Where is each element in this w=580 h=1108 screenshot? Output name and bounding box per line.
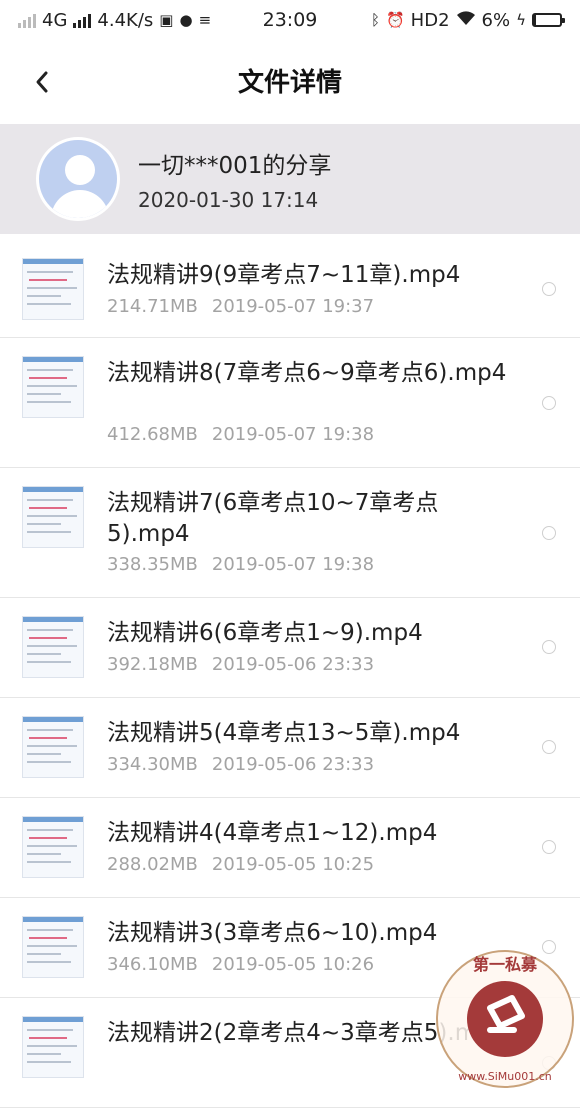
file-size: 346.10MB (107, 954, 198, 975)
status-bar: 4G 4.4K/s ▣ ● ≡ 23:09 ᛒ ⏰ HD2 6% ϟ (0, 0, 580, 40)
file-list: 法规精讲9(9章考点7~11章).mp4 214.71MB 2019-05-07 1… (0, 240, 580, 1108)
select-radio[interactable] (542, 1056, 556, 1070)
video-thumbnail (22, 916, 84, 978)
file-row[interactable]: 法规精讲8(7章考点6~9章考点6).mp4 412.68MB 2019-05-07… (0, 338, 580, 468)
file-row[interactable]: 法规精讲6(6章考点1~9).mp4 392.18MB 2019-05-06 23:… (0, 598, 580, 698)
file-name: 法规精讲3(3章考点6~10).mp4 (107, 920, 438, 946)
file-name: 法规精讲9(9章考点7~11章).mp4 (107, 262, 461, 288)
file-size: 334.30MB (107, 754, 198, 775)
file-meta: 338.35MB 2019-05-07 19:38 (107, 554, 374, 575)
video-thumbnail (22, 486, 84, 548)
share-header: 一切***001的分享 2020-01-30 17:14 (0, 124, 580, 234)
charging-icon: ϟ (516, 11, 526, 29)
file-row[interactable]: 法规精讲3(3章考点6~10).mp4 346.10MB 2019-05-05 10… (0, 898, 580, 998)
bluetooth-icon: ᛒ (370, 11, 380, 29)
nav-bar: 文件详情 (0, 40, 580, 124)
file-meta (107, 1084, 121, 1105)
avatar (36, 137, 120, 221)
file-row[interactable]: 法规精讲4(4章考点1~12).mp4 288.02MB 2019-05-05 10… (0, 798, 580, 898)
select-radio[interactable] (542, 740, 556, 754)
battery-icon (532, 13, 565, 27)
file-name: 法规精讲5(4章考点13~5章).mp4 (107, 720, 461, 746)
file-size: 412.68MB (107, 424, 198, 445)
alarm-icon: ⏰ (385, 11, 405, 29)
select-radio[interactable] (542, 840, 556, 854)
file-name: 法规精讲6(6章考点1~9).mp4 (107, 620, 423, 646)
file-size: 214.71MB (107, 296, 198, 317)
file-date: 2019-05-07 19:37 (211, 296, 375, 317)
file-date: 2019-05-07 19:38 (211, 554, 375, 575)
file-date: 2019-05-05 10:25 (211, 854, 375, 875)
file-date: 2019-05-07 19:38 (211, 424, 375, 445)
network-speed: 4.4K/s (97, 9, 154, 31)
video-thumbnail (22, 258, 84, 320)
select-radio[interactable] (542, 396, 556, 410)
storage-icon: ≡ (198, 11, 212, 29)
file-meta: 214.71MB 2019-05-07 19:37 (107, 296, 374, 317)
file-size: 338.35MB (107, 554, 198, 575)
file-meta: 346.10MB 2019-05-05 10:26 (107, 954, 374, 975)
file-date: 2019-05-06 23:33 (211, 754, 375, 775)
video-thumbnail (22, 816, 84, 878)
video-thumbnail (22, 1016, 84, 1078)
sharer-name: 一切***001的分享 (138, 153, 332, 179)
select-radio[interactable] (542, 526, 556, 540)
file-name: 法规精讲8(7章考点6~9章考点6).mp4 (107, 360, 507, 386)
file-date: 2019-05-05 10:26 (211, 954, 375, 975)
signal-sim1-icon (18, 12, 36, 28)
file-row[interactable]: 法规精讲5(4章考点13~5章).mp4 334.30MB 2019-05-06 2… (0, 698, 580, 798)
network-type: 4G (42, 9, 68, 31)
file-meta: 288.02MB 2019-05-05 10:25 (107, 854, 374, 875)
file-size: 392.18MB (107, 654, 198, 675)
file-meta: 392.18MB 2019-05-06 23:33 (107, 654, 374, 675)
file-name: 法规精讲2(2章考点4~3章考点5).mp4 (107, 1020, 507, 1046)
select-radio[interactable] (542, 282, 556, 296)
file-name: 法规精讲7(6章考点10~7章考点5).mp4 (107, 490, 439, 547)
select-radio[interactable] (542, 640, 556, 654)
file-row[interactable]: 法规精讲7(6章考点10~7章考点5).mp4 338.35MB 2019-05-0… (0, 468, 580, 598)
video-thumbnail (22, 356, 84, 418)
video-thumbnail (22, 716, 84, 778)
battery-percent: 6% (481, 9, 511, 31)
wifi-icon (456, 10, 476, 30)
share-date: 2020-01-30 17:14 (138, 188, 319, 212)
file-meta: 412.68MB 2019-05-07 19:38 (107, 424, 374, 445)
file-name: 法规精讲4(4章考点1~12).mp4 (107, 820, 438, 846)
file-row[interactable]: 法规精讲9(9章考点7~11章).mp4 214.71MB 2019-05-07 1… (0, 240, 580, 338)
hd-indicator: HD2 (410, 9, 450, 31)
signal-sim2-icon (73, 12, 92, 28)
file-meta: 334.30MB 2019-05-06 23:33 (107, 754, 374, 775)
select-radio[interactable] (542, 940, 556, 954)
qq-icon: ● (179, 11, 193, 29)
file-size: 288.02MB (107, 854, 198, 875)
notification-icon: ▣ (159, 11, 174, 29)
file-date: 2019-05-06 23:33 (211, 654, 375, 675)
page-title: 文件详情 (237, 68, 342, 98)
video-thumbnail (22, 616, 84, 678)
